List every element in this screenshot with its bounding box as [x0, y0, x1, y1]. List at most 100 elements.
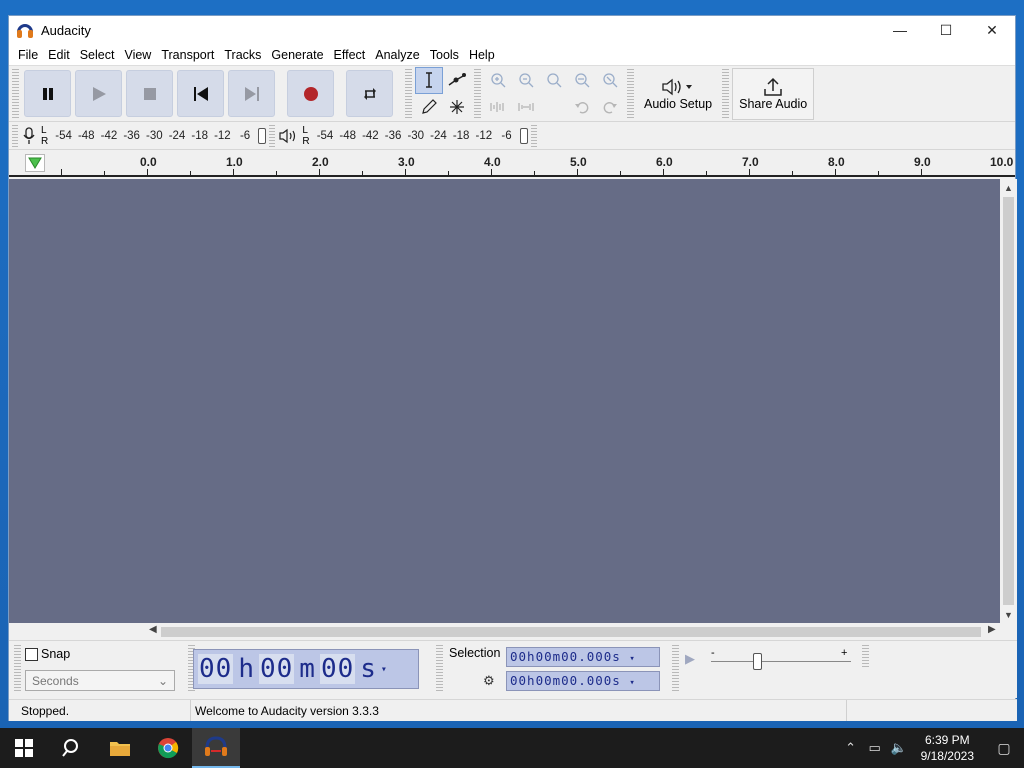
taskbar: ⌃ ▭ 🔈 6:39 PM 9/18/2023 ▢	[0, 728, 1024, 768]
skip-to-end-button[interactable]	[228, 70, 275, 117]
network-icon[interactable]: ▭	[863, 740, 887, 756]
vertical-scroll-thumb[interactable]	[1003, 197, 1014, 605]
snap-units-select[interactable]: Seconds ⌄	[25, 670, 175, 691]
chevron-down-icon: ⌄	[157, 674, 168, 688]
toolbar-grip[interactable]	[269, 124, 276, 147]
trim-audio-button[interactable]	[484, 94, 512, 121]
record-volume-slider[interactable]	[258, 127, 267, 144]
envelope-tool[interactable]	[443, 67, 471, 94]
close-button[interactable]: ✕	[969, 16, 1015, 44]
menu-generate[interactable]: Generate	[266, 48, 328, 62]
silence-audio-button[interactable]	[512, 94, 540, 121]
multi-tool[interactable]	[443, 94, 471, 121]
ruler-label: 8.0	[828, 155, 845, 169]
maximize-button[interactable]: ☐	[923, 16, 969, 44]
menu-file[interactable]: File	[13, 48, 43, 62]
scroll-right-icon[interactable]: ▶	[988, 624, 996, 635]
snap-checkbox-box[interactable]	[25, 647, 38, 661]
fit-project-button[interactable]	[568, 67, 596, 94]
track-area[interactable]	[9, 179, 1000, 623]
toolbar-grip[interactable]	[405, 68, 412, 119]
menu-transport[interactable]: Transport	[156, 48, 219, 62]
scroll-left-icon[interactable]: ◀	[149, 624, 157, 635]
ruler-tick	[706, 171, 707, 175]
scroll-down-icon[interactable]: ▼	[1000, 606, 1017, 623]
file-explorer-button[interactable]	[96, 728, 144, 768]
zoom-toggle-button[interactable]	[596, 67, 624, 94]
menu-select[interactable]: Select	[75, 48, 120, 62]
stop-button[interactable]	[126, 70, 173, 117]
horizontal-scroll-thumb[interactable]	[161, 627, 981, 637]
toolbar-grip[interactable]	[12, 124, 18, 147]
menu-tracks[interactable]: Tracks	[219, 48, 266, 62]
vertical-scrollbar[interactable]: ▲ ▼	[1000, 179, 1017, 623]
pause-button[interactable]	[24, 70, 71, 117]
undo-button[interactable]	[568, 94, 596, 121]
chrome-button[interactable]	[144, 728, 192, 768]
dropdown-arrow-icon[interactable]: ▾	[381, 664, 388, 675]
toolbar-grip[interactable]	[12, 68, 19, 119]
draw-tool[interactable]	[415, 94, 443, 121]
clock[interactable]: 6:39 PM 9/18/2023	[911, 732, 984, 764]
toolbar-grip[interactable]	[722, 68, 730, 119]
toolbar-grip[interactable]	[627, 68, 634, 119]
speaker-icon	[279, 128, 296, 143]
horizontal-scrollbar[interactable]: ◀ ▶	[9, 623, 1017, 640]
selection-start-field[interactable]: 00h00m00.000s ▾	[506, 647, 660, 667]
toolbar-grip[interactable]	[672, 645, 679, 693]
ruler-label: 6.0	[656, 155, 673, 169]
volume-muted-icon[interactable]: 🔈	[887, 740, 911, 756]
time-display[interactable]: 00 h 00 m 00 s ▾	[193, 649, 419, 689]
gear-icon[interactable]: ⚙	[483, 673, 495, 689]
selection-end-field[interactable]: 00h00m00.000s ▾	[506, 671, 660, 691]
record-button[interactable]	[287, 70, 334, 117]
audio-setup-button[interactable]: Audio Setup	[637, 68, 719, 120]
speed-max-label: +	[841, 647, 848, 659]
zoom-out-button[interactable]	[512, 67, 540, 94]
play-icon	[92, 86, 106, 101]
redo-button[interactable]	[596, 94, 624, 121]
ruler-label: 9.0	[914, 155, 931, 169]
play-at-speed-icon[interactable]: ▶	[685, 651, 695, 667]
audacity-taskbar-button[interactable]	[192, 728, 240, 768]
playback-meter[interactable]: LR -54 -48 -42 -36 -30 -24 -18 -12 -6	[278, 123, 528, 149]
zoom-in-button[interactable]	[484, 67, 512, 94]
menu-view[interactable]: View	[119, 48, 156, 62]
time-m-label: m	[299, 654, 316, 684]
scroll-up-icon[interactable]: ▲	[1000, 179, 1017, 196]
record-icon	[303, 86, 318, 101]
selection-label: Selection	[449, 646, 501, 660]
speed-slider-thumb[interactable]	[753, 653, 762, 670]
menu-help[interactable]: Help	[464, 48, 500, 62]
selection-tool[interactable]	[415, 66, 443, 94]
ruler-tick	[749, 169, 750, 175]
play-head-button[interactable]	[25, 154, 45, 172]
menu-analyze[interactable]: Analyze	[370, 48, 424, 62]
toolbar-grip[interactable]	[436, 645, 443, 693]
minimize-button[interactable]: —	[877, 16, 923, 44]
clock-time: 6:39 PM	[924, 733, 970, 747]
menu-tools[interactable]: Tools	[425, 48, 464, 62]
chevron-up-icon[interactable]: ⌃	[839, 740, 863, 756]
menu-edit[interactable]: Edit	[43, 48, 75, 62]
snap-units-value: Seconds	[32, 674, 79, 688]
toolbar-grip[interactable]	[14, 645, 21, 693]
search-button[interactable]	[48, 728, 96, 768]
skip-to-start-button[interactable]	[177, 70, 224, 117]
loop-button[interactable]	[346, 70, 393, 117]
record-meter[interactable]: LR -54 -48 -42 -36 -30 -24 -18 -12 -6	[21, 123, 267, 149]
speed-slider-track[interactable]	[711, 661, 851, 662]
start-button[interactable]	[0, 728, 48, 768]
menu-effect[interactable]: Effect	[329, 48, 371, 62]
timeline-ruler[interactable]: 0.0 1.0 2.0 3.0 4.0 5.0 6.0 7.0 8.0 9.0 …	[9, 150, 1015, 177]
toolbar-grip[interactable]	[530, 124, 537, 147]
zoom-selection-icon	[547, 73, 562, 88]
play-button[interactable]	[75, 70, 122, 117]
share-audio-button[interactable]: Share Audio	[732, 67, 815, 120]
playback-volume-slider[interactable]	[519, 127, 528, 144]
toolbar-grip[interactable]	[862, 645, 869, 667]
snap-checkbox[interactable]: Snap	[25, 647, 70, 661]
toolbar-grip[interactable]	[474, 68, 481, 119]
notification-icon[interactable]: ▢	[984, 740, 1024, 757]
fit-selection-button[interactable]	[540, 67, 568, 94]
